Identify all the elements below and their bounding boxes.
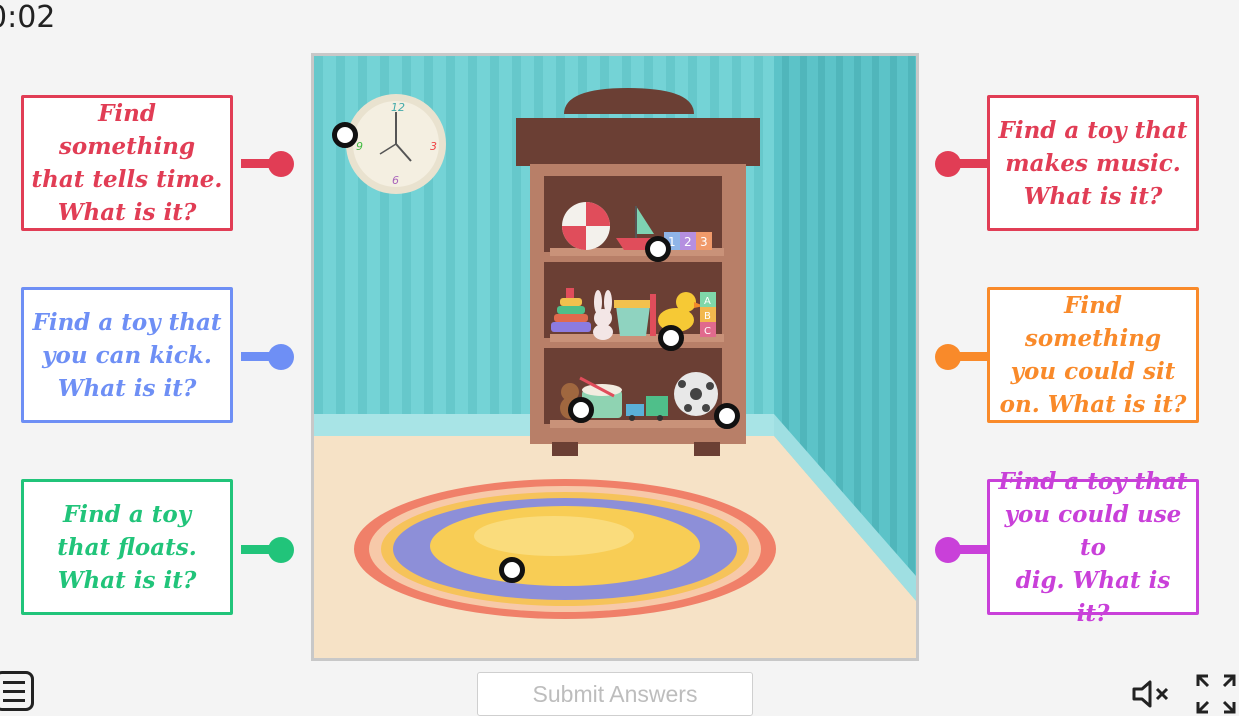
- block-label: A: [704, 296, 711, 307]
- mute-icon[interactable]: [1130, 678, 1174, 710]
- hotspot-bucket[interactable]: [658, 325, 684, 351]
- drag-handle-sit[interactable]: [935, 344, 961, 370]
- connector-line: [241, 545, 271, 554]
- drag-handle-kick[interactable]: [268, 344, 294, 370]
- connector-line: [241, 159, 271, 168]
- drag-handle-music[interactable]: [935, 151, 961, 177]
- beach-ball: [562, 202, 610, 250]
- menu-bar: [3, 680, 25, 684]
- drag-handle-floats[interactable]: [268, 537, 294, 563]
- question-card-dig: Find a toy that you could use to dig. Wh…: [987, 468, 1199, 627]
- card-line: Find a toy: [62, 500, 192, 528]
- card-line: Find a toy that: [998, 116, 1188, 144]
- card-line: Find a toy that: [998, 467, 1188, 495]
- block-label: 2: [684, 235, 692, 249]
- drag-handle-clock[interactable]: [268, 151, 294, 177]
- drag-handle-dig[interactable]: [935, 537, 961, 563]
- card-line: dig. What is it?: [1015, 566, 1171, 627]
- card-line: What is it?: [57, 374, 197, 402]
- card-line: you could sit: [1010, 358, 1176, 385]
- menu-bar: [3, 689, 25, 693]
- timer: 0:02: [0, 0, 56, 35]
- submit-answers-button[interactable]: Submit Answers: [477, 672, 753, 716]
- clock-number: 3: [430, 140, 437, 153]
- card-line: Find something: [1024, 292, 1162, 352]
- shelf-unit: [516, 88, 760, 456]
- connector-line: [241, 352, 271, 361]
- card-line: on. What is it?: [999, 391, 1187, 418]
- hotspot-ball[interactable]: [714, 403, 740, 429]
- soccer-ball: [674, 372, 718, 416]
- connector-line: [957, 352, 989, 361]
- question-card-floats: Find a toy that floats. What is it?: [21, 479, 233, 615]
- hotspot-boat[interactable]: [645, 236, 671, 262]
- hotspot-rug[interactable]: [499, 557, 525, 583]
- block-label: B: [704, 311, 711, 322]
- clock-number: 12: [391, 101, 405, 114]
- card-line: What is it?: [57, 199, 197, 226]
- question-card-kick: Find a toy that you can kick. What is it…: [21, 287, 233, 423]
- question-card-music: Find a toy that makes music. What is it?: [987, 95, 1199, 231]
- card-line: that tells time.: [31, 166, 223, 193]
- menu-bar: [3, 698, 25, 702]
- fullscreen-icon[interactable]: [1196, 674, 1236, 714]
- card-line: makes music.: [1005, 149, 1181, 177]
- connector-line: [957, 159, 989, 168]
- card-line: that floats.: [57, 533, 197, 561]
- card-line: Find a toy that: [32, 308, 222, 336]
- block-label: C: [704, 326, 711, 337]
- hotspot-drum[interactable]: [568, 397, 594, 423]
- card-line: What is it?: [1023, 182, 1163, 210]
- playroom-scene: 12 3 6 9 1 2 3 A B C: [311, 53, 919, 661]
- question-card-clock: Find something that tells time. What is …: [21, 95, 233, 231]
- block-label: 3: [700, 235, 708, 249]
- menu-icon[interactable]: [0, 671, 34, 711]
- clock-number: 6: [392, 174, 399, 187]
- clock-number: 9: [356, 140, 363, 153]
- card-line: What is it?: [57, 566, 197, 594]
- card-line: you could use to: [1004, 500, 1182, 561]
- round-rug: [354, 479, 776, 619]
- card-line: you can kick.: [42, 341, 212, 369]
- question-card-sit: Find something you could sit on. What is…: [987, 287, 1199, 423]
- playroom-illustration: 12 3 6 9 1 2 3 A B C: [314, 56, 916, 658]
- hotspot-clock[interactable]: [332, 122, 358, 148]
- connector-line: [957, 545, 989, 554]
- card-line: Find something: [58, 100, 196, 160]
